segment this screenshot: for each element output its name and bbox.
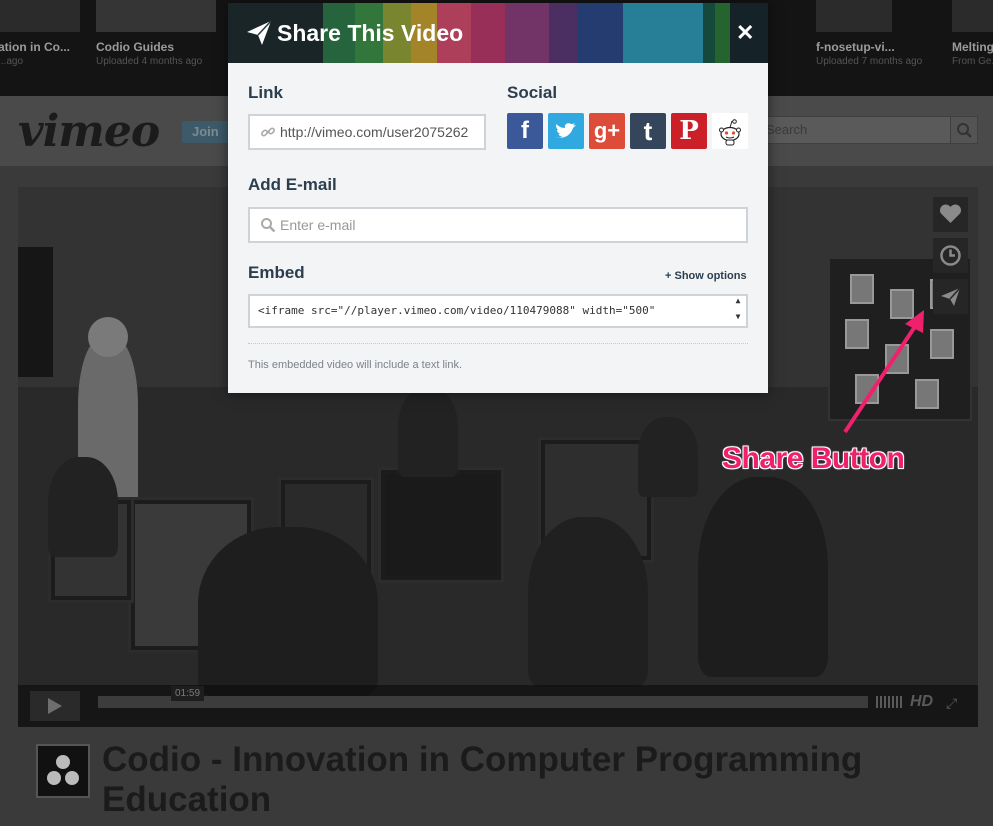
heart-icon	[939, 204, 962, 223]
link-field[interactable]	[248, 114, 486, 150]
play-button[interactable]	[30, 691, 80, 721]
search-input[interactable]: Search	[755, 116, 951, 144]
dialog-header: Share This Video ✕	[228, 3, 768, 63]
dialog-title: Share This Video	[277, 20, 464, 46]
related-video-thumb[interactable]: Melting From Ge...	[952, 0, 993, 96]
email-label: Add E-mail	[248, 175, 337, 194]
paper-plane-icon	[941, 287, 961, 306]
vimeo-logo[interactable]: vimeo	[18, 106, 160, 157]
share-button-annotation: Share Button	[722, 442, 905, 475]
related-video-thumb[interactable]: Codio Guides Uploaded 4 months ago	[96, 0, 216, 96]
show-options-link[interactable]: + Show options	[665, 270, 747, 282]
fullscreen-icon[interactable]: ⤢	[946, 695, 957, 712]
thumb-subtitle: ...ago	[0, 56, 24, 67]
volume-icon[interactable]	[876, 696, 902, 708]
thumb-subtitle: From Ge...	[952, 56, 993, 67]
embed-code: <iframe src="//player.vimeo.com/video/11…	[258, 304, 656, 317]
scroll-down-icon[interactable]: ▼	[733, 302, 743, 326]
related-video-thumb[interactable]: f-nosetup-vi... Uploaded 7 months ago	[816, 0, 936, 96]
link-label: Link	[248, 83, 283, 102]
email-input[interactable]	[280, 209, 740, 241]
player-controls: 01:59 HD ⤢	[18, 685, 978, 727]
search-icon	[261, 218, 276, 233]
search-icon	[957, 123, 972, 138]
divider	[248, 343, 748, 344]
thumb-subtitle: Uploaded 4 months ago	[96, 56, 203, 67]
thumb-subtitle: Uploaded 7 months ago	[816, 56, 923, 67]
google-plus-icon[interactable]: g+	[589, 113, 625, 149]
share-button[interactable]	[933, 279, 968, 314]
related-video-thumb[interactable]: ation in Co... ...ago	[0, 0, 90, 96]
twitter-icon[interactable]	[548, 113, 584, 149]
close-icon[interactable]: ✕	[736, 20, 754, 46]
tumblr-icon[interactable]: t	[630, 113, 666, 149]
clock-icon	[940, 245, 961, 266]
play-icon	[48, 698, 62, 714]
facebook-icon[interactable]: f	[507, 113, 543, 149]
link-icon	[260, 127, 276, 137]
watch-later-button[interactable]	[933, 238, 968, 273]
hd-toggle[interactable]: HD	[910, 693, 933, 711]
channel-avatar[interactable]	[36, 744, 90, 798]
reddit-icon[interactable]	[712, 113, 748, 149]
social-label: Social	[507, 83, 558, 102]
embed-code-textarea[interactable]: <iframe src="//player.vimeo.com/video/11…	[248, 294, 748, 328]
thumb-title: f-nosetup-vi...	[816, 40, 895, 54]
time-display: 01:59	[171, 686, 205, 701]
share-dialog: Share This Video ✕ Link Social f g+ t P	[228, 3, 768, 393]
paper-plane-icon	[247, 20, 272, 45]
search-button[interactable]	[950, 116, 978, 144]
link-input[interactable]	[280, 116, 478, 148]
thumb-title: ation in Co...	[0, 40, 70, 54]
embed-note: This embedded video will include a text …	[248, 359, 463, 371]
video-title: Codio - Innovation in Computer Programmi…	[102, 740, 863, 819]
twitter-bird-glyph	[556, 123, 576, 138]
reddit-alien-glyph	[719, 119, 741, 146]
progress-bar[interactable]: 01:59	[98, 686, 868, 708]
thumb-title: Codio Guides	[96, 40, 174, 54]
like-button[interactable]	[933, 197, 968, 232]
embed-label: Embed	[248, 263, 305, 282]
email-field[interactable]	[248, 207, 748, 243]
thumb-title: Melting	[952, 40, 993, 54]
pinterest-icon[interactable]: P	[671, 113, 707, 149]
